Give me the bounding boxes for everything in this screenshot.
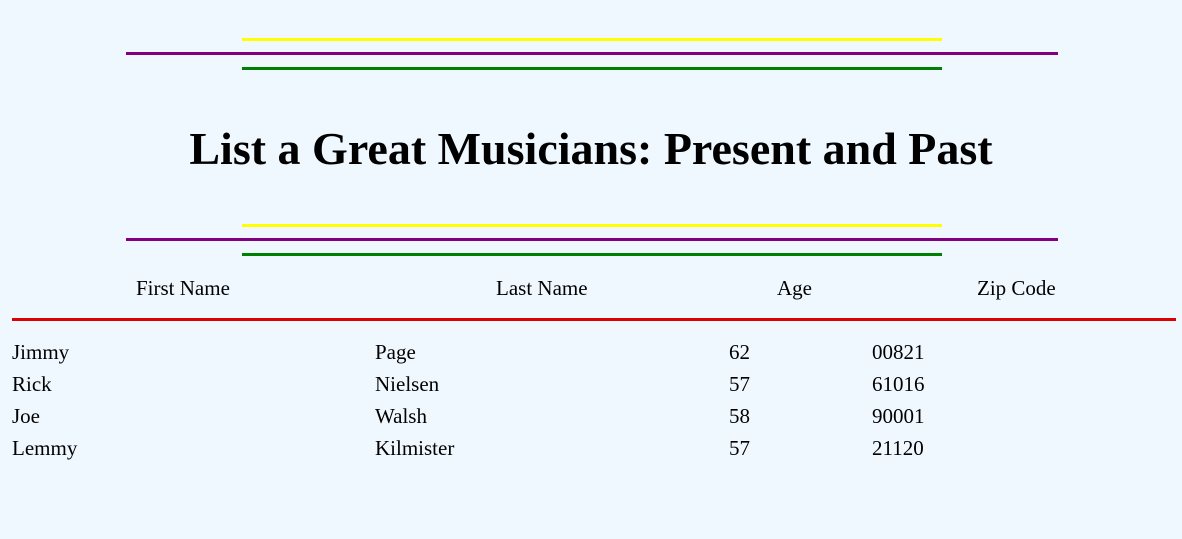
bottom-yellow-rule — [242, 224, 942, 227]
cell-age: 57 — [729, 372, 750, 396]
cell-zip-code: 00821 — [872, 340, 925, 364]
table-row: Joe Walsh 58 90001 — [0, 403, 1182, 435]
header-age: Age — [777, 276, 812, 300]
bottom-green-rule — [242, 253, 942, 256]
bottom-purple-rule — [126, 238, 1058, 241]
cell-zip-code: 61016 — [872, 372, 925, 396]
page-title: List a Great Musicians: Present and Past — [189, 123, 993, 174]
cell-last-name: Kilmister — [375, 436, 455, 460]
top-green-rule — [242, 67, 942, 70]
header-first-name: First Name — [136, 276, 230, 300]
top-purple-rule — [126, 52, 1058, 55]
cell-first-name: Joe — [12, 404, 40, 428]
cell-last-name: Page — [375, 340, 416, 364]
cell-age: 62 — [729, 340, 750, 364]
cell-first-name: Jimmy — [12, 340, 70, 364]
cell-age: 57 — [729, 436, 750, 460]
cell-age: 58 — [729, 404, 750, 428]
table-row: Lemmy Kilmister 57 21120 — [0, 435, 1182, 467]
header-zip-code: Zip Code — [977, 276, 1056, 300]
cell-first-name: Rick — [12, 372, 52, 396]
cell-first-name: Lemmy — [12, 436, 78, 460]
cell-zip-code: 21120 — [872, 436, 924, 460]
cell-last-name: Walsh — [375, 404, 427, 428]
cell-last-name: Nielsen — [375, 372, 440, 396]
cell-zip-code: 90001 — [872, 404, 925, 428]
table-row: Rick Nielsen 57 61016 — [0, 371, 1182, 403]
header-last-name: Last Name — [496, 276, 588, 300]
table-row: Jimmy Page 62 00821 — [0, 339, 1182, 371]
header-divider — [12, 318, 1176, 321]
top-yellow-rule — [242, 38, 942, 41]
